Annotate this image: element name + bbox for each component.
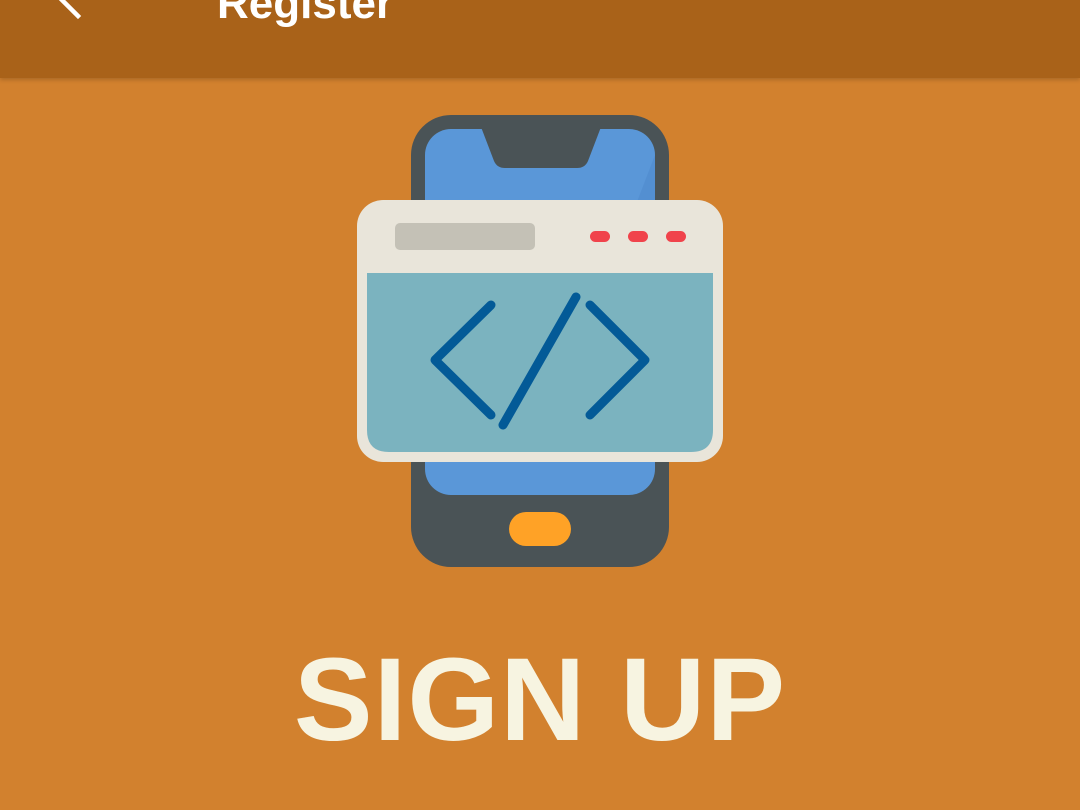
address-bar — [395, 223, 535, 250]
sign-up-heading: SIGN UP — [293, 634, 787, 766]
window-dot — [628, 231, 648, 242]
app-bar: Register — [0, 0, 1080, 78]
window-dot — [666, 231, 686, 242]
mobile-code-window-icon — [355, 115, 725, 567]
window-dot — [590, 231, 610, 242]
arrow-back-icon — [58, 0, 82, 20]
back-button[interactable] — [40, 0, 100, 30]
phone-notch — [481, 127, 601, 168]
home-button — [509, 512, 571, 546]
app-bar-title: Register — [217, 0, 394, 28]
